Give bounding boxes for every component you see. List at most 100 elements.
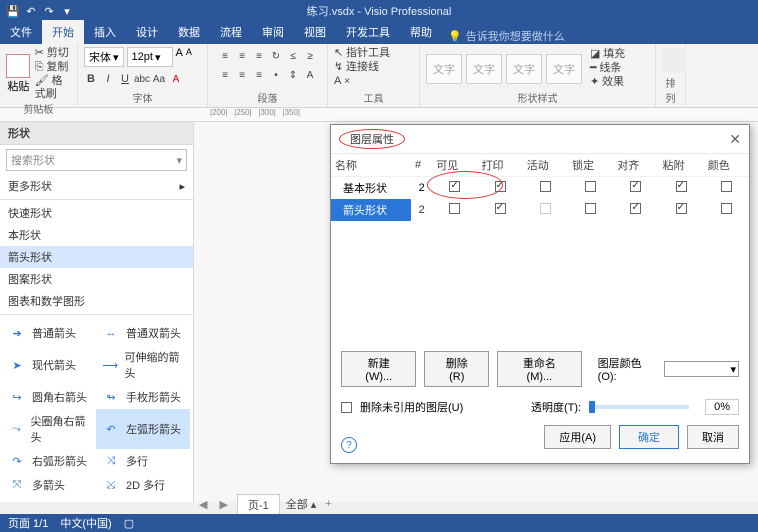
rename-layer-button[interactable]: 重命名(M)...	[497, 351, 582, 387]
checkbox-snap[interactable]	[630, 181, 641, 192]
shapes-search[interactable]: 搜索形状 ▾	[6, 149, 187, 171]
cat-basic[interactable]: 本形状	[0, 224, 193, 246]
pointer-tool[interactable]: ↖ 指针工具	[334, 47, 390, 60]
cat-more[interactable]: 更多形状▸	[0, 175, 193, 197]
strike-icon[interactable]: abc	[135, 72, 149, 86]
tab-developer[interactable]: 开发工具	[336, 20, 400, 44]
style-preset-2[interactable]: 文字	[466, 54, 502, 84]
tab-data[interactable]: 数据	[168, 20, 210, 44]
sheet-tab-1[interactable]: 页-1	[237, 494, 280, 515]
shrink-font-icon[interactable]: A	[186, 47, 192, 67]
layer-color-select[interactable]: ▾	[664, 361, 739, 377]
tab-design[interactable]: 设计	[126, 20, 168, 44]
col-active[interactable]: 活动	[523, 154, 568, 177]
checkbox-glue[interactable]	[676, 181, 687, 192]
table-row[interactable]: 基本形状 2	[331, 177, 749, 200]
checkbox-lock[interactable]	[585, 181, 596, 192]
shape-item[interactable]: ⤧多箭头	[2, 473, 96, 497]
font-size-select[interactable]: 12pt ▾	[127, 47, 173, 67]
align-center-icon[interactable]: ≡	[235, 68, 249, 82]
checkbox-snap[interactable]	[630, 203, 641, 214]
connector-tool[interactable]: ↯ 连接线	[334, 61, 379, 74]
table-row[interactable]: 箭头形状 2	[331, 199, 749, 221]
indent-right-icon[interactable]: ≥	[303, 49, 317, 63]
col-color[interactable]: 颜色	[704, 154, 749, 177]
checkbox-color[interactable]	[721, 181, 732, 192]
underline-icon[interactable]: U	[118, 72, 132, 86]
text-block-icon[interactable]: A	[303, 68, 317, 82]
cat-pattern[interactable]: 图案形状	[0, 268, 193, 290]
ok-button[interactable]: 确定	[619, 425, 679, 449]
align-bottom-icon[interactable]: ≡	[252, 49, 266, 63]
shape-item[interactable]: ↬手枚形箭头	[96, 385, 190, 409]
col-glue[interactable]: 粘附	[658, 154, 703, 177]
copy-button[interactable]: ⎘ 复制	[35, 61, 71, 74]
checkbox-print[interactable]	[495, 203, 506, 214]
line-button[interactable]: ━ 线条	[590, 62, 625, 75]
sheet-next-icon[interactable]: ▶	[216, 498, 230, 511]
checkbox-del-unused[interactable]	[341, 402, 352, 413]
shape-item[interactable]: ➔普通箭头	[2, 321, 96, 345]
col-lock[interactable]: 锁定	[568, 154, 613, 177]
fill-button[interactable]: ◪ 填充	[590, 48, 625, 61]
shape-item[interactable]: ⟶可伸缩的箭头	[96, 345, 190, 385]
col-count[interactable]: #	[411, 154, 432, 177]
checkbox-color[interactable]	[721, 203, 732, 214]
sheet-prev-icon[interactable]: ◀	[196, 498, 210, 511]
paste-button[interactable]: 粘贴	[6, 54, 31, 94]
align-left-icon[interactable]: ≡	[218, 68, 232, 82]
tab-insert[interactable]: 插入	[84, 20, 126, 44]
cancel-button[interactable]: 取消	[687, 425, 739, 449]
cat-arrow[interactable]: 箭头形状	[0, 246, 193, 268]
shape-item[interactable]: ↔普通双箭头	[96, 321, 190, 345]
save-icon[interactable]: 💾	[6, 4, 20, 18]
shape-item[interactable]: ↪圆角右箭头	[2, 385, 96, 409]
style-preset-4[interactable]: 文字	[546, 54, 582, 84]
orientation-icon[interactable]: ↻	[269, 49, 283, 63]
checkbox-active[interactable]	[540, 203, 551, 214]
cat-quick[interactable]: 快速形状	[0, 202, 193, 224]
style-preset-3[interactable]: 文字	[506, 54, 542, 84]
bold-icon[interactable]: B	[84, 72, 98, 86]
effect-button[interactable]: ✦ 效果	[590, 76, 625, 89]
tab-help[interactable]: 帮助	[400, 20, 442, 44]
font-color-icon[interactable]: A	[169, 72, 183, 86]
font-family-select[interactable]: 宋体 ▾	[84, 47, 124, 67]
record-icon[interactable]: ▢	[124, 517, 134, 530]
italic-icon[interactable]: I	[101, 72, 115, 86]
style-preset-1[interactable]: 文字	[426, 54, 462, 84]
undo-icon[interactable]: ↶	[24, 4, 38, 18]
shape-item[interactable]: ⤳尖圈角右箭头	[2, 409, 96, 449]
align-middle-icon[interactable]: ≡	[235, 49, 249, 63]
shape-item[interactable]: ⤩2D 多行	[96, 473, 190, 497]
text-case-icon[interactable]: Aa	[152, 72, 166, 86]
qat-dropdown-icon[interactable]: ▾	[60, 4, 74, 18]
sheet-add-icon[interactable]: +	[322, 498, 334, 510]
arrange-button[interactable]	[662, 49, 686, 73]
tab-view[interactable]: 视图	[294, 20, 336, 44]
redo-icon[interactable]: ↷	[42, 4, 56, 18]
line-spacing-icon[interactable]: ⇕	[286, 68, 300, 82]
format-painter-button[interactable]: 🖌 格式刷	[35, 75, 71, 101]
shape-item[interactable]: ⤨多行	[96, 449, 190, 473]
col-name[interactable]: 名称	[331, 154, 411, 177]
cat-math[interactable]: 图表和数学图形	[0, 290, 193, 312]
grow-font-icon[interactable]: A	[176, 47, 183, 67]
cut-button[interactable]: ✂ 剪切	[35, 47, 71, 60]
help-icon[interactable]: ?	[341, 437, 357, 453]
indent-left-icon[interactable]: ≤	[286, 49, 300, 63]
tab-review[interactable]: 审阅	[252, 20, 294, 44]
checkbox-active[interactable]	[540, 181, 551, 192]
apply-button[interactable]: 应用(A)	[544, 425, 611, 449]
tell-me[interactable]: 💡 告诉我你想要做什么	[442, 28, 565, 44]
transparency-slider[interactable]	[589, 405, 689, 409]
align-right-icon[interactable]: ≡	[252, 68, 266, 82]
checkbox-lock[interactable]	[585, 203, 596, 214]
align-top-icon[interactable]: ≡	[218, 49, 232, 63]
bullets-icon[interactable]: •	[269, 68, 283, 82]
tab-file[interactable]: 文件	[0, 20, 42, 44]
checkbox-visible[interactable]	[449, 203, 460, 214]
shape-item[interactable]: ➤现代箭头	[2, 345, 96, 385]
shape-item[interactable]: ↷右弧形箭头	[2, 449, 96, 473]
shape-item[interactable]: ↶左弧形箭头	[96, 409, 190, 449]
